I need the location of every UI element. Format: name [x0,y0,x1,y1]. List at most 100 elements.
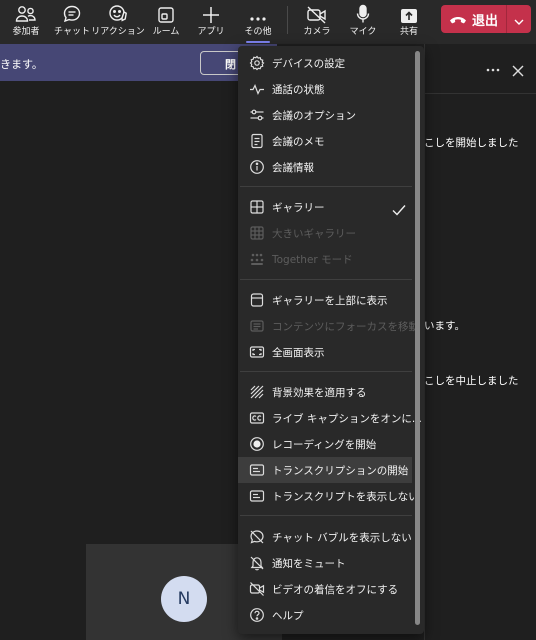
fullscreen-icon [249,344,265,360]
options-icon [249,107,265,123]
menu-item-label: 大きいギャラリー [272,228,356,240]
menu-item-label: ライブ キャプションをオンに... [272,413,422,425]
focus-icon [249,318,265,334]
leave-button[interactable]: 退出 [441,5,506,33]
reactions-label: リアクション [91,27,145,37]
menu-item-gallery-top[interactable]: ギャラリーを上部に表示 [238,287,412,313]
menu-item-start-transcription[interactable]: トランスクリプションの開始 [238,457,412,483]
reaction-icon [107,4,129,24]
hang-up-icon [449,10,467,29]
menu-item-label: デバイスの設定 [272,58,346,70]
menu-item-together-mode: Together モード [238,246,412,272]
room-icon [157,6,175,24]
record-icon [249,436,265,452]
menu-item-label: ギャラリーを上部に表示 [272,295,388,307]
menu-divider [240,371,412,372]
share-label: 共有 [399,27,418,37]
menu-item-label: 会議のオプション [272,110,356,122]
camera-off-icon [306,6,328,24]
transcript-hide-icon [249,488,265,504]
chat-bubble-off-icon [249,529,265,545]
together-mode-icon [249,251,265,267]
banner-text: きます。 [0,58,43,71]
notes-icon [249,133,265,149]
mic-label: マイク [349,27,377,37]
captions-icon [249,410,265,426]
menu-item-label: トランスクリプトを表示しない [272,491,419,503]
camera-label: カメラ [303,27,331,37]
menu-item-label: 会議のメモ [272,136,325,148]
mic-icon [355,4,371,24]
menu-item-meeting-notes[interactable]: 会議のメモ [238,128,412,154]
chevron-down-icon [514,10,524,29]
camera-button[interactable]: カメラ [300,0,334,44]
large-gallery-icon [249,225,265,241]
notification-banner: きます。 閉 [0,44,277,81]
people-icon [15,4,37,24]
active-tab-indicator [246,41,270,43]
menu-item-turn-off-incoming-video[interactable]: ビデオの着信をオフにする [238,576,412,602]
menu-item-gallery[interactable]: ギャラリー [238,194,412,220]
share-button[interactable]: 共有 [392,0,426,44]
menu-item-meeting-options[interactable]: 会議のオプション [238,102,412,128]
menu-item-help[interactable]: ヘルプ [238,602,412,628]
share-icon [400,8,418,24]
rooms-label: ルーム [152,27,180,37]
close-icon [512,62,524,81]
chat-icon [62,4,82,24]
chat-button[interactable]: チャット [54,0,90,44]
menu-item-focus-content: コンテンツにフォーカスを移動 [238,313,419,339]
more-label: その他 [244,27,272,37]
gallery-icon [249,199,265,215]
reactions-button[interactable]: リアクション [91,0,145,44]
more-icon [486,58,500,77]
menu-item-label: 全画面表示 [272,347,325,359]
menu-item-live-captions[interactable]: ライブ キャプションをオンに... [238,405,422,431]
panel-line: います。 [424,320,465,332]
checkmark-icon [392,201,406,220]
menu-item-label: ギャラリー [272,202,325,214]
avatar: N [161,576,207,622]
panel-line: こしを開始しました [424,137,519,149]
rooms-button[interactable]: ルーム [148,0,184,44]
mic-button[interactable]: マイク [346,0,380,44]
menu-divider [240,186,412,187]
transcript-panel [424,44,536,640]
panel-close-button[interactable] [512,62,524,81]
menu-scrollbar[interactable] [415,51,420,625]
more-icon [249,14,267,24]
menu-item-call-health[interactable]: 通話の状態 [238,76,412,102]
menu-item-label: ヘルプ [272,610,304,622]
menu-item-hide-transcript[interactable]: トランスクリプトを表示しない [238,483,419,509]
bell-off-icon [249,555,265,571]
menu-item-label: 会議情報 [272,162,314,174]
toolbar-divider [287,6,288,34]
leave-button-group: 退出 [441,5,531,33]
participants-button[interactable]: 参加者 [6,0,46,44]
menu-item-mute-notifications[interactable]: 通知をミュート [238,550,412,576]
help-icon [249,607,265,623]
menu-item-label: 通話の状態 [272,84,325,96]
menu-item-fullscreen[interactable]: 全画面表示 [238,339,412,365]
pulse-icon [249,81,265,97]
more-button[interactable]: その他 [241,0,275,44]
avatar-initial: N [177,589,191,609]
menu-item-label: コンテンツにフォーカスを移動 [272,321,419,333]
leave-label: 退出 [471,13,498,29]
video-off-icon [249,581,265,597]
banner-button-label: 閉 [225,58,236,71]
menu-item-device-settings[interactable]: デバイスの設定 [238,50,412,76]
menu-item-label: ビデオの着信をオフにする [272,584,399,596]
menu-item-label: トランスクリプションの開始 [272,465,409,477]
plus-icon [202,6,220,24]
menu-item-label: Together モード [272,254,353,266]
menu-item-meeting-info[interactable]: 会議情報 [238,154,412,180]
panel-more-button[interactable] [486,58,500,77]
panel-header-divider [424,93,536,94]
menu-item-hide-chat-bubbles[interactable]: チャット バブルを表示しない [238,524,412,550]
apps-button[interactable]: アプリ [194,0,228,44]
menu-item-start-recording[interactable]: レコーディングを開始 [238,431,412,457]
menu-divider [240,279,412,280]
menu-item-background-effects[interactable]: 背景効果を適用する [238,379,412,405]
leave-options-button[interactable] [507,5,531,33]
